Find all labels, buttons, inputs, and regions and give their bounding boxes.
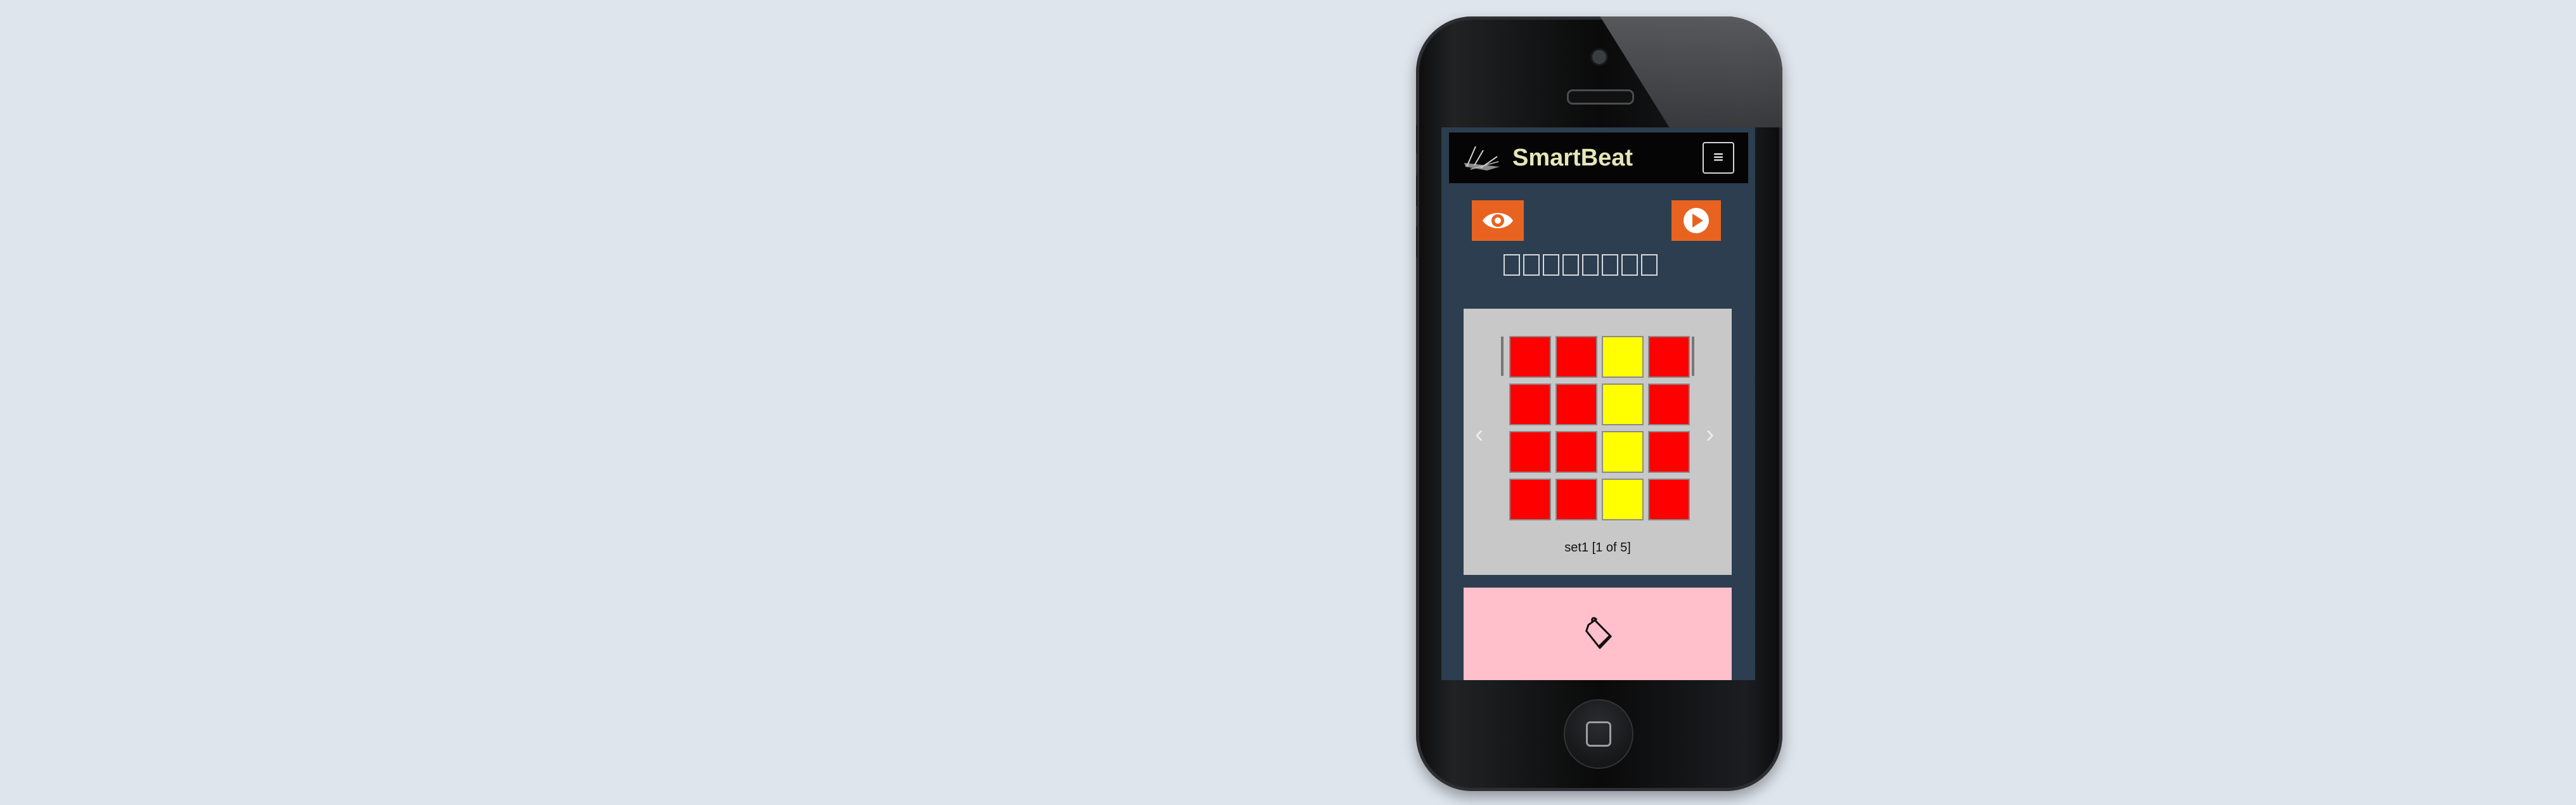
pad-cell[interactable]: [1555, 336, 1597, 378]
cowbell-icon: [1585, 617, 1612, 649]
front-camera: [1590, 48, 1608, 66]
app-screen: SmartBeat ≡ ‹ › set1 [1 of 5]: [1441, 127, 1755, 680]
pad-cell[interactable]: [1602, 479, 1644, 520]
beat-indicator-box: [1543, 254, 1559, 276]
beat-indicator-box: [1641, 254, 1658, 276]
beat-indicator-box: [1602, 254, 1618, 276]
pad-carousel: ‹ › set1 [1 of 5]: [1464, 309, 1732, 575]
screen-glare: [1600, 16, 1782, 127]
menu-toggle-button[interactable]: ≡: [1703, 142, 1734, 174]
pad-cell[interactable]: [1555, 479, 1597, 520]
sound-panel[interactable]: [1464, 588, 1732, 680]
view-button[interactable]: [1472, 200, 1524, 241]
pad-cell[interactable]: [1509, 479, 1551, 520]
pad-grid: [1509, 336, 1690, 520]
pad-cell[interactable]: [1602, 383, 1644, 425]
silent-switch: [1416, 124, 1417, 153]
play-button[interactable]: [1671, 200, 1721, 241]
play-icon: [1684, 208, 1709, 233]
pad-cell[interactable]: [1648, 336, 1690, 378]
pad-cell[interactable]: [1602, 431, 1644, 473]
navbar: SmartBeat ≡: [1449, 132, 1748, 183]
drum-logo-icon: [1464, 146, 1500, 171]
pad-grid-left-bar: [1501, 337, 1504, 376]
pad-cell[interactable]: [1509, 431, 1551, 473]
pad-cell[interactable]: [1555, 383, 1597, 425]
home-button[interactable]: [1564, 699, 1633, 769]
eye-icon: [1483, 213, 1513, 228]
pad-cell[interactable]: [1648, 431, 1690, 473]
earpiece-speaker: [1567, 89, 1634, 105]
pad-cell[interactable]: [1555, 431, 1597, 473]
home-square-icon: [1586, 721, 1611, 747]
brand-title[interactable]: SmartBeat: [1512, 145, 1633, 172]
set-label: set1 [1 of 5]: [1564, 541, 1631, 555]
volume-down-button: [1416, 226, 1417, 257]
pad-grid-right-bar: [1692, 337, 1694, 376]
volume-up-button: [1416, 175, 1417, 207]
beat-indicator-row: [1504, 254, 1658, 278]
beat-indicator-box: [1562, 254, 1579, 276]
pad-cell[interactable]: [1602, 336, 1644, 378]
phone-frame: SmartBeat ≡ ‹ › set1 [1 of 5]: [1416, 16, 1782, 791]
pad-cell[interactable]: [1648, 479, 1690, 520]
beat-indicator-box: [1523, 254, 1540, 276]
beat-indicator-box: [1504, 254, 1520, 276]
pad-cell[interactable]: [1648, 383, 1690, 425]
beat-indicator-box: [1621, 254, 1638, 276]
pad-cell[interactable]: [1509, 383, 1551, 425]
carousel-next-button[interactable]: ›: [1706, 422, 1714, 447]
pad-cell[interactable]: [1509, 336, 1551, 378]
carousel-prev-button[interactable]: ‹: [1475, 422, 1483, 447]
beat-indicator-box: [1582, 254, 1599, 276]
